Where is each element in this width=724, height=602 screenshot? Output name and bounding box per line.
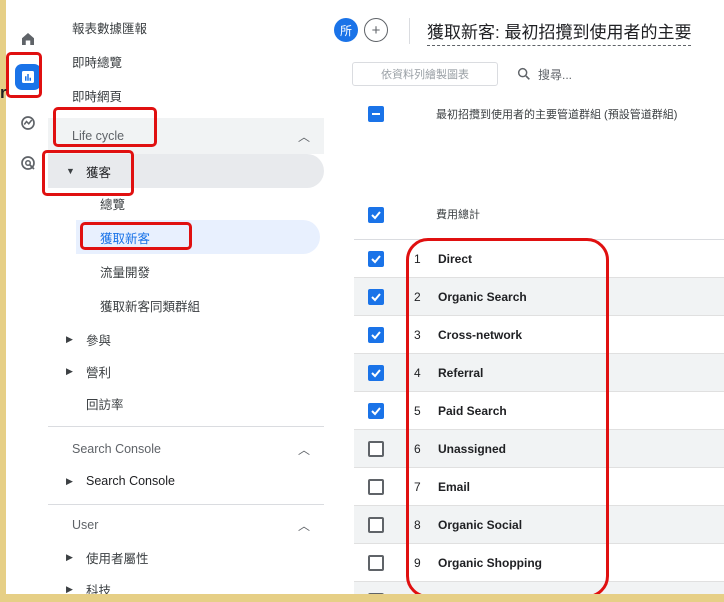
- column-header: 最初招攬到使用者的主要管道群組 (預設管道群組): [436, 109, 678, 121]
- nav-item-label: 總覽: [100, 197, 126, 212]
- chevron-up-icon: ︿: [297, 442, 310, 457]
- nav-item-user-attributes[interactable]: ▶ 使用者屬性: [48, 542, 318, 572]
- section-user[interactable]: User ︿: [48, 510, 318, 540]
- chevron-up-icon: ︿: [297, 518, 310, 533]
- advertising-icon[interactable]: [15, 150, 41, 176]
- divider: [409, 18, 410, 44]
- annotation-box: [53, 107, 157, 147]
- row-checkbox[interactable]: [368, 327, 384, 343]
- divider: [48, 426, 324, 427]
- divider: [48, 504, 324, 505]
- home-icon[interactable]: [15, 26, 41, 52]
- nav-item-monetization[interactable]: ▶ 營利: [48, 356, 318, 386]
- caret-right-icon: ▶: [66, 365, 73, 376]
- table-header: 最初招攬到使用者的主要管道群組 (預設管道群組): [324, 98, 724, 130]
- search-icon: [517, 67, 530, 80]
- nav-item-engagement[interactable]: ▶ 參與: [48, 324, 318, 354]
- section-label: User: [72, 518, 99, 532]
- row-checkbox[interactable]: [368, 403, 384, 419]
- table-toolbar: 依資料列繪製圖表 搜尋...: [324, 62, 724, 88]
- caret-right-icon: ▶: [66, 333, 73, 344]
- report-nav: 報表數據匯報 即時總覽 即時網頁 Life cycle ︿ ▼ 獲客 總覽 獲取…: [48, 0, 324, 594]
- annotation-box: [6, 52, 42, 98]
- report-header: 所 + 獲取新客: 最初招攬到使用者的主要: [324, 0, 724, 62]
- row-checkbox[interactable]: [368, 365, 384, 381]
- section-label: Search Console: [72, 442, 161, 456]
- nav-item-tech[interactable]: ▶ 科技: [48, 574, 318, 595]
- nav-item-label: 即時網頁: [72, 89, 123, 104]
- nav-item-traffic-acquisition[interactable]: 流量開發: [48, 256, 318, 286]
- page-title: 獲取新客: 最初招攬到使用者的主要: [427, 18, 692, 46]
- avatar[interactable]: 所: [334, 18, 358, 42]
- row-checkbox[interactable]: [368, 479, 384, 495]
- row-checkbox[interactable]: [368, 289, 384, 305]
- nav-item-report-snapshot[interactable]: 報表數據匯報: [48, 12, 318, 42]
- plot-rows-button[interactable]: 依資料列繪製圖表: [352, 62, 498, 86]
- caret-right-icon: ▶: [66, 475, 73, 486]
- totals-label: 費用總計: [436, 209, 480, 221]
- row-checkbox[interactable]: [368, 555, 384, 571]
- nav-item-label: 流量開發: [100, 265, 151, 280]
- nav-item-label: 報表數據匯報: [72, 21, 148, 36]
- nav-item-search-console[interactable]: ▶ Search Console: [48, 466, 318, 496]
- row-checkbox[interactable]: [368, 517, 384, 533]
- nav-item-label: 使用者屬性: [86, 551, 149, 566]
- nav-item-label: 科技: [86, 583, 112, 595]
- section-search-console[interactable]: Search Console ︿: [48, 434, 318, 464]
- totals-row: 費用總計: [354, 190, 724, 240]
- explore-icon[interactable]: [15, 110, 41, 136]
- nav-item-label: 獲取新客同類群組: [100, 299, 201, 314]
- nav-item-label: 營利: [86, 365, 112, 380]
- select-all-checkbox[interactable]: [368, 106, 384, 122]
- nav-item-label: 參與: [86, 333, 112, 348]
- row-checkbox[interactable]: [368, 251, 384, 267]
- caret-right-icon: ▶: [66, 583, 73, 594]
- totals-checkbox[interactable]: [368, 207, 384, 223]
- caret-right-icon: ▶: [66, 551, 73, 562]
- nav-item-label: Search Console: [86, 474, 175, 488]
- annotation-box: [406, 238, 609, 594]
- annotation-box: [80, 222, 192, 250]
- row-checkbox[interactable]: [368, 593, 384, 594]
- nav-item-realtime-pages[interactable]: 即時網頁: [48, 80, 318, 110]
- row-checkbox[interactable]: [368, 441, 384, 457]
- annotation-box: [42, 150, 134, 196]
- search-placeholder: 搜尋...: [538, 67, 573, 82]
- nav-item-acquisition-cohorts[interactable]: 獲取新客同類群組: [48, 290, 318, 320]
- cut-off-label: r: [0, 83, 7, 102]
- nav-item-label: 回訪率: [86, 397, 124, 412]
- chevron-up-icon: ︿: [297, 129, 310, 144]
- app-window: 報表數據匯報 即時總覽 即時網頁 Life cycle ︿ ▼ 獲客 總覽 獲取…: [6, 0, 724, 594]
- nav-item-retention[interactable]: 回訪率: [48, 388, 318, 418]
- nav-item-label: 即時總覽: [72, 55, 123, 70]
- add-comparison-button[interactable]: +: [364, 18, 388, 42]
- search-input[interactable]: 搜尋...: [516, 62, 572, 86]
- nav-item-realtime-overview[interactable]: 即時總覽: [48, 46, 318, 76]
